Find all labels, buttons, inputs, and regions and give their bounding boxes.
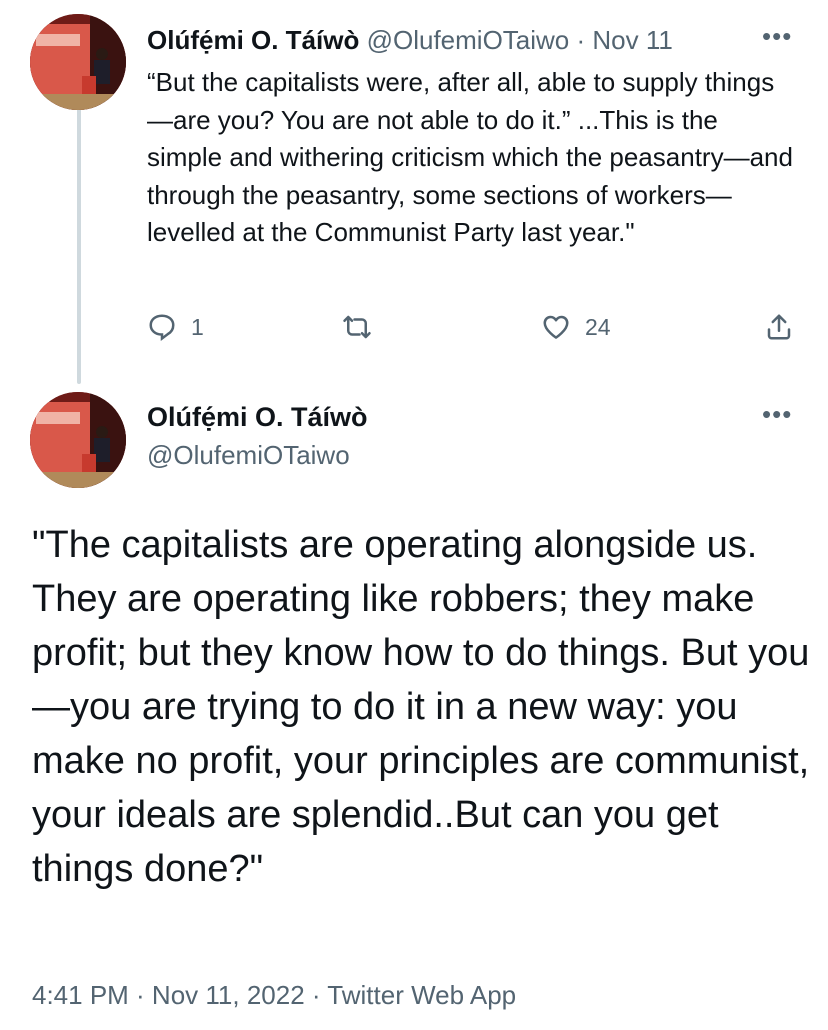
avatar-photo	[30, 14, 126, 110]
reply-count: 1	[191, 313, 204, 340]
retweet-icon	[343, 315, 371, 339]
like-button[interactable]: 24	[541, 312, 611, 342]
tweet-date[interactable]: Nov 11	[592, 25, 672, 55]
author-name[interactable]: Olúfẹ́mi O. Táíwò	[147, 25, 359, 55]
share-icon	[767, 314, 791, 340]
like-count: 24	[585, 313, 611, 340]
share-button[interactable]	[764, 312, 794, 342]
avatar[interactable]	[30, 392, 126, 488]
separator: ·	[576, 25, 586, 55]
reply-icon	[149, 314, 175, 342]
more-options-icon[interactable]: •••	[762, 23, 792, 49]
retweet-button[interactable]	[342, 312, 372, 342]
tweet1-actions: 1 24	[0, 312, 828, 352]
more-options-icon[interactable]: •••	[762, 401, 792, 427]
author-handle[interactable]: @OlufemiOTaiwo	[367, 25, 570, 55]
heart-icon	[543, 315, 569, 339]
reply-button[interactable]: 1	[147, 312, 204, 342]
author-handle[interactable]: @OlufemiOTaiwo	[147, 438, 350, 472]
author-name[interactable]: Olúfẹ́mi O. Táíwò	[147, 400, 368, 434]
avatar[interactable]	[30, 14, 126, 110]
tweet2-text: "The capitalists are operating alongside…	[32, 524, 810, 890]
tweet-timestamp[interactable]: 4:41 PM · Nov 11, 2022 · Twitter Web App	[32, 978, 516, 1012]
tweet1-text: “But the capitalists were, after all, ab…	[147, 67, 793, 247]
tweet1-header: Olúfẹ́mi O. Táíwò @OlufemiOTaiwo · Nov 1…	[147, 24, 673, 56]
avatar-photo	[30, 392, 126, 488]
